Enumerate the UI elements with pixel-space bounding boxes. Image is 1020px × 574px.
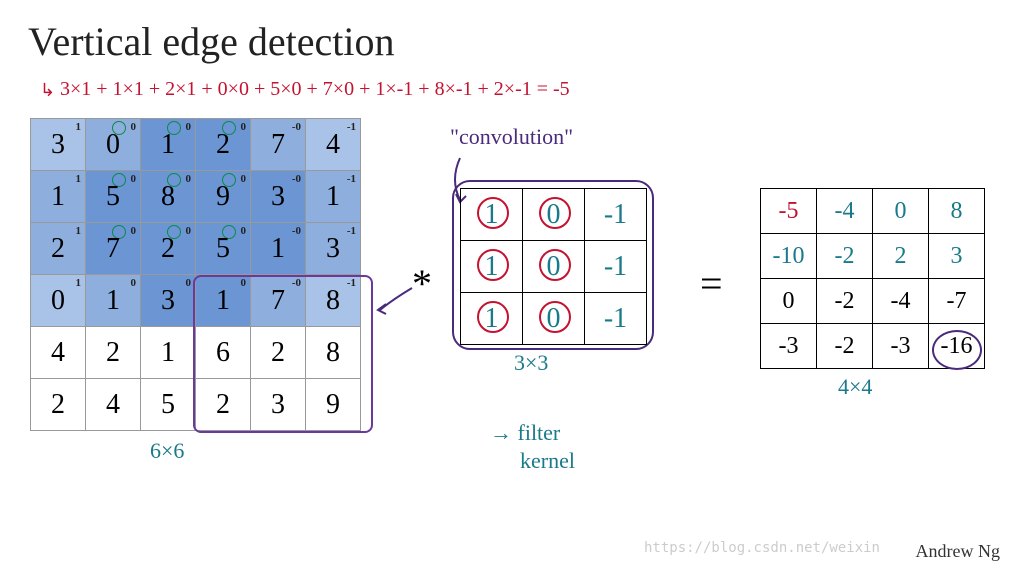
page-title: Vertical edge detection [28,18,394,65]
equals-operator: = [700,260,723,307]
output-size-label: 4×4 [838,374,872,400]
filter-matrix: 1 0 -1 1 0 -1 1 0 -1 [460,188,647,345]
attribution-text: Andrew Ng [916,541,1000,562]
kernel-annotation: kernel [520,448,575,474]
input-matrix: 13 00 01 02 -07 -14 11 05 08 09 -03 -11 … [30,118,361,431]
worked-equation: 3×1 + 1×1 + 2×1 + 0×0 + 5×0 + 7×0 + 1×-1… [60,78,570,101]
filter-size-label: 3×3 [514,350,548,376]
convolution-operator: * [412,260,432,307]
watermark-text: https://blog.csdn.net/weixin [644,540,880,556]
equation-arrow: ↳ [40,80,55,101]
output-matrix: -5 -4 0 8 -10 -2 2 3 0 -2 -4 -7 -3 -2 -3… [760,188,985,369]
input-size-label: 6×6 [150,438,184,464]
convolution-annotation: "convolution" [450,124,573,150]
filter-annotation: → filter [490,420,560,446]
